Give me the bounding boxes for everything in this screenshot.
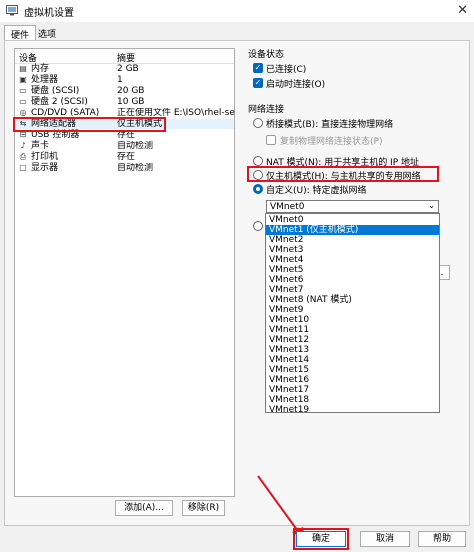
network-adapter-highlight	[13, 117, 166, 132]
vmnet-select-value: VMnet0	[270, 202, 305, 212]
vmnet-option[interactable]: VMnet0	[266, 215, 439, 225]
vmnet-select[interactable]: VMnet0 ⌄	[266, 200, 439, 213]
vmnet-option[interactable]: VMnet6	[266, 275, 439, 285]
vmnet-dropdown[interactable]: VMnet0 VMnet1 (仅主机模式) VMnet2 VMnet3 VMne…	[265, 213, 440, 415]
column-summary[interactable]: 摘要	[117, 51, 135, 64]
memory-icon: ▤	[19, 64, 27, 73]
replicate-state-label: 复制物理网络连接状态(P)	[280, 137, 383, 147]
hard-disk-icon: ▭	[19, 97, 27, 106]
nat-radio[interactable]	[253, 156, 263, 166]
device-list-header: 设备 摘要	[15, 49, 234, 64]
device-row-printer[interactable]: ⎙ 打印机 存在	[15, 152, 234, 162]
replicate-state-checkbox	[266, 135, 276, 145]
usb-icon: ⊟	[19, 130, 27, 139]
vmnet-option[interactable]: VMnet3	[266, 245, 439, 255]
hard-disk-icon: ▭	[19, 86, 27, 95]
device-row-memory[interactable]: ▤ 内存 2 GB	[15, 64, 234, 74]
cd-dvd-icon: ◎	[19, 108, 27, 117]
vmnet-option[interactable]: VMnet5	[266, 265, 439, 275]
custom-radio[interactable]	[253, 184, 263, 194]
device-status-label: 设备状态	[248, 50, 285, 60]
vmnet-option[interactable]: VMnet16	[266, 375, 439, 385]
vmnet-option[interactable]: VMnet10	[266, 315, 439, 325]
connected-checkbox[interactable]: ✓	[253, 63, 263, 73]
connect-at-power-on-checkbox[interactable]: ✓	[253, 78, 263, 88]
add-device-button[interactable]: 添加(A)...	[115, 500, 173, 516]
vmnet-option[interactable]: VMnet13	[266, 345, 439, 355]
vmnet-option[interactable]: VMnet15	[266, 365, 439, 375]
network-connection-label: 网络连接	[248, 105, 285, 115]
window-title: 虚拟机设置	[24, 8, 74, 19]
vmnet-option[interactable]: VMnet17	[266, 385, 439, 395]
vm-settings-icon	[6, 5, 18, 16]
host-only-highlight	[247, 166, 439, 182]
vmnet-option[interactable]: VMnet2	[266, 235, 439, 245]
vmnet-option[interactable]: VMnet19	[266, 405, 439, 415]
title-bar: 虚拟机设置 ✕	[0, 0, 474, 22]
vmnet-option[interactable]: VMnet7	[266, 285, 439, 295]
remove-device-button[interactable]: 移除(R)	[182, 500, 225, 516]
vmnet-option[interactable]: VMnet9	[266, 305, 439, 315]
bridged-label[interactable]: 桥接模式(B): 直接连接物理网络	[266, 117, 393, 130]
close-icon[interactable]: ✕	[457, 3, 468, 18]
sound-card-icon: ♪	[20, 141, 26, 150]
device-row-sound-card[interactable]: ♪ 声卡 自动检测	[15, 141, 234, 151]
column-device[interactable]: 设备	[19, 51, 37, 64]
custom-label[interactable]: 自定义(U): 特定虚拟网络	[266, 183, 367, 196]
vmnet-option[interactable]: VMnet18	[266, 395, 439, 405]
device-row-processor[interactable]: ▣ 处理器 1	[15, 75, 234, 85]
vmnet-option[interactable]: VMnet11	[266, 325, 439, 335]
device-row-hard-disk[interactable]: ▭ 硬盘 (SCSI) 20 GB	[15, 86, 234, 96]
vmnet-option[interactable]: VMnet4	[266, 255, 439, 265]
vmnet-option[interactable]: VMnet12	[266, 335, 439, 345]
vmnet-option[interactable]: VMnet8 (NAT 模式)	[266, 295, 439, 305]
connect-at-power-on-label[interactable]: 启动时连接(O)	[266, 77, 325, 90]
cancel-button[interactable]: 取消	[360, 531, 410, 547]
processor-icon: ▣	[19, 75, 27, 84]
bridged-radio[interactable]	[253, 118, 263, 128]
vmnet-option-selected[interactable]: VMnet1 (仅主机模式)	[266, 225, 439, 235]
help-button[interactable]: 帮助	[418, 531, 466, 547]
printer-icon: ⎙	[19, 152, 27, 161]
device-row-hard-disk-2[interactable]: ▭ 硬盘 2 (SCSI) 10 GB	[15, 97, 234, 107]
chevron-down-icon: ⌄	[428, 201, 435, 210]
tab-options[interactable]: 选项	[32, 25, 62, 41]
device-list[interactable]: 设备 摘要 ▤ 内存 2 GB ▣ 处理器 1 ▭ 硬盘 (SCSI) 20 G…	[14, 48, 235, 497]
connected-label[interactable]: 已连接(C)	[266, 62, 306, 75]
lan-segment-radio[interactable]	[253, 221, 263, 231]
ok-button-highlight	[293, 528, 349, 550]
monitor-icon: ▢	[19, 163, 27, 172]
vmnet-option[interactable]: VMnet14	[266, 355, 439, 365]
device-row-monitor[interactable]: ▢ 显示器 自动检测	[15, 163, 234, 173]
